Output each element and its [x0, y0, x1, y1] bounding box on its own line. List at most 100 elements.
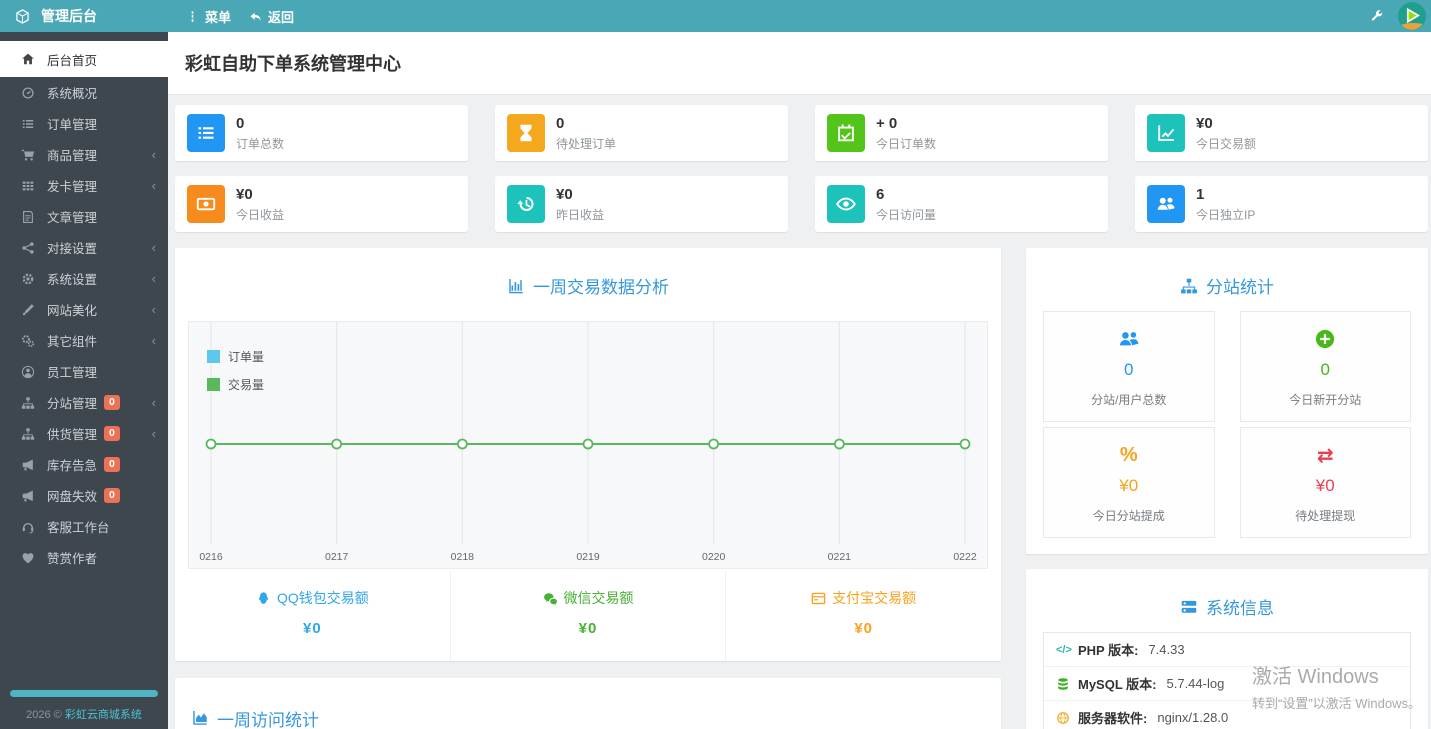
sidebar-item[interactable]: 网盘失效 0: [0, 480, 168, 511]
bar-chart-icon: [509, 278, 523, 293]
sidebar-footer: 2026 © 彩虹云商城系统: [0, 690, 168, 722]
sidebar-item[interactable]: 员工管理: [0, 356, 168, 387]
copyright-link[interactable]: 彩虹云商城系统: [65, 709, 142, 721]
visits-title: 一周访问统计: [191, 706, 1001, 729]
sysinfo-label: PHP 版本:: [1078, 643, 1139, 658]
sidebar-item[interactable]: 发卡管理 ‹: [0, 170, 168, 201]
main-area: 彩虹自助下单系统管理中心 0 订单总数 0 待处理订单 + 0 今日订单数 ¥0 今日交易额 ¥…: [168, 32, 1431, 729]
sidebar-item-label: 文章管理: [47, 211, 98, 225]
substation-cell: % ¥0 今日分站提成: [1043, 427, 1215, 538]
stat-value: 1: [1196, 186, 1205, 204]
home-icon: [21, 52, 36, 66]
code-icon: </>: [1056, 643, 1072, 656]
legend-label: 交易量: [228, 378, 265, 392]
copyright: 2026 © 彩虹云商城系统: [0, 706, 168, 722]
stat-label: 订单总数: [236, 136, 285, 151]
copyright-year: 2026 ©: [26, 709, 62, 721]
file-icon: [21, 210, 36, 224]
user-icon: [21, 365, 36, 379]
sidebar-item[interactable]: 分站管理 0 ‹: [0, 387, 168, 418]
sysinfo-row: 服务器软件: nginx/1.28.0: [1044, 700, 1410, 729]
sidebar-item[interactable]: 订单管理: [0, 108, 168, 139]
sysinfo-row: MySQL 版本: 5.7.44-log: [1044, 666, 1410, 700]
chevron-left-icon: ‹: [151, 178, 156, 193]
stat-card: + 0 今日订单数: [815, 105, 1108, 161]
stats-grid: 0 订单总数 0 待处理订单 + 0 今日订单数 ¥0 今日交易额 ¥0 今日收益 ¥0 昨日收益 6 今…: [175, 105, 1428, 232]
sidebar-item[interactable]: 供货管理 0 ‹: [0, 418, 168, 449]
substation-panel: 分站统计 0 分站/用户总数 0 今日新开分站% ¥0 今日分站提成 ⇄ ¥0 待处理提现: [1026, 248, 1428, 554]
sidebar-item-label: 订单管理: [47, 118, 98, 132]
users-icon: [1044, 327, 1214, 351]
sysinfo-panel: 系统信息 </> PHP 版本: 7.4.33 MySQL 版本: 5.7.44-log…: [1026, 569, 1428, 729]
sysinfo-label: MySQL 版本:: [1078, 677, 1157, 692]
legend-label: 订单量: [228, 350, 265, 364]
visits-panel: 一周访问统计: [175, 677, 1001, 729]
substation-value: 0: [1124, 360, 1134, 379]
vertical-dots-icon: [191, 10, 194, 22]
stat-value: 6: [876, 186, 885, 204]
stat-card: 0 待处理订单: [495, 105, 788, 161]
globe-icon: [1056, 710, 1071, 725]
legend-item: 交易量: [207, 376, 264, 393]
exchange-icon: ⇄: [1316, 444, 1334, 467]
stat-card: 1 今日独立IP: [1135, 176, 1428, 232]
sidebar-item[interactable]: 其它组件 ‹: [0, 325, 168, 356]
cart-icon: [21, 148, 36, 162]
count-badge: 0: [104, 487, 120, 504]
sitemap-icon: [21, 396, 36, 410]
trade-chart-title: 一周交易数据分析: [175, 248, 1001, 311]
count-badge: 0: [104, 394, 120, 411]
percent-icon: %: [1119, 443, 1138, 466]
legend-swatch: [207, 378, 220, 391]
sysinfo-value: nginx/1.28.0: [1157, 710, 1229, 725]
trade-chart-panel: 一周交易数据分析 0216 0217 0218 0219 0220 0221 0222 订单…: [175, 248, 1001, 661]
sidebar-item[interactable]: 网站美化 ‹: [0, 294, 168, 325]
stat-card: ¥0 今日交易额: [1135, 105, 1428, 161]
sidebar-item[interactable]: 文章管理: [0, 201, 168, 232]
payment-totals: QQ钱包交易额 ¥0 微信交易额 ¥0 支付宝交易额 ¥0: [175, 571, 1001, 661]
svg-text:0222: 0222: [953, 551, 977, 563]
substation-title: 分站统计: [1026, 248, 1428, 311]
stat-card: 0 订单总数: [175, 105, 468, 161]
sidebar-item-label: 发卡管理: [47, 180, 98, 194]
sidebar-item[interactable]: 商品管理 ‹: [0, 139, 168, 170]
card-icon: [811, 591, 826, 606]
sidebar: 后台首页 系统概况订单管理商品管理 ‹ 发卡管理 ‹ 文章管理对接设置 ‹ 系统设置 ‹ 网站美化…: [0, 32, 168, 729]
wechat-icon: [543, 591, 558, 606]
legend-item: 订单量: [207, 348, 264, 365]
wrench-icon[interactable]: [1370, 9, 1384, 23]
sidebar-item[interactable]: 客服工作台: [0, 511, 168, 542]
back-button[interactable]: 返回: [249, 7, 294, 26]
trade-chart-plot: 0216 0217 0218 0219 0220 0221 0222: [199, 322, 977, 563]
sidebar-item-label: 其它组件: [47, 335, 98, 349]
sidebar-item[interactable]: 系统概况: [0, 77, 168, 108]
substation-label: 待处理提现: [1295, 509, 1356, 523]
cogs-icon: [21, 334, 36, 348]
money-icon: [187, 185, 225, 223]
cube-logo-icon: [15, 8, 30, 24]
stat-value: + 0: [876, 115, 898, 133]
svg-text:0217: 0217: [325, 551, 349, 563]
payment-total: QQ钱包交易额 ¥0: [175, 571, 450, 661]
users-icon: [1147, 185, 1185, 223]
stat-label: 今日独立IP: [1196, 207, 1256, 222]
sidebar-item[interactable]: 库存告急 0: [0, 449, 168, 480]
sidebar-item[interactable]: 系统设置 ‹: [0, 263, 168, 294]
menu-button[interactable]: 菜单: [186, 7, 231, 26]
sidebar-item[interactable]: 对接设置 ‹: [0, 232, 168, 263]
user-avatar[interactable]: [1398, 2, 1426, 30]
database-icon: [1056, 676, 1071, 691]
chevron-left-icon: ‹: [151, 426, 156, 441]
sidebar-item[interactable]: 赞赏作者: [0, 542, 168, 573]
substation-cell: 0 分站/用户总数: [1043, 311, 1215, 422]
play-logo-icon: [1398, 2, 1426, 30]
sidebar-item[interactable]: 后台首页: [0, 41, 168, 77]
back-arrow-icon: [250, 12, 261, 21]
sidebar-item-label: 供货管理: [47, 428, 98, 442]
page-header: 彩虹自助下单系统管理中心: [168, 32, 1431, 95]
stat-label: 昨日收益: [556, 207, 605, 222]
payment-value: ¥0: [302, 619, 322, 637]
count-badge: 0: [104, 456, 120, 473]
stat-card: ¥0 昨日收益: [495, 176, 788, 232]
sidebar-item-label: 库存告急: [47, 459, 98, 473]
